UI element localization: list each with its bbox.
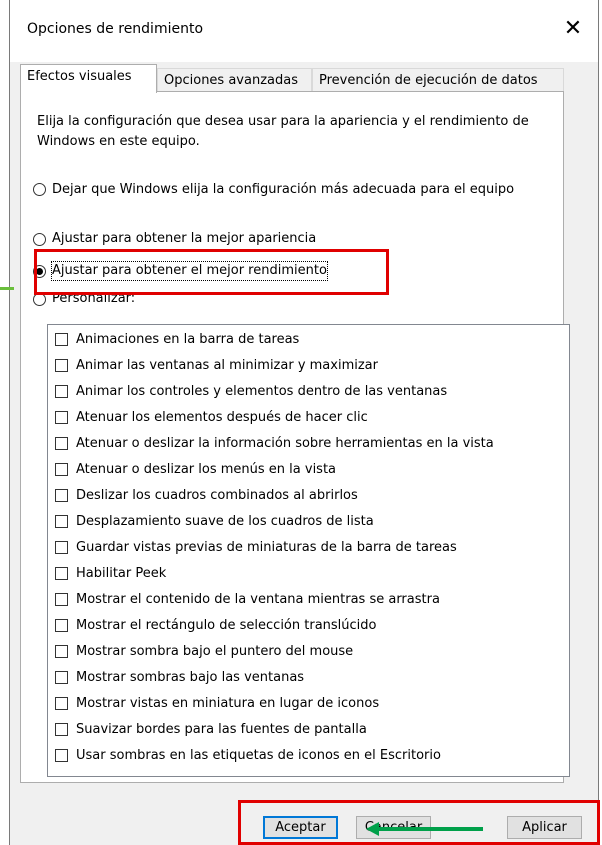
checkbox[interactable] xyxy=(55,437,68,450)
checkbox-label: Animar las ventanas al minimizar y maxim… xyxy=(76,358,378,373)
checkbox-label: Habilitar Peek xyxy=(76,566,167,581)
checkbox-label: Guardar vistas previas de miniaturas de … xyxy=(76,540,457,555)
radio-circle[interactable] xyxy=(33,183,46,196)
checkbox[interactable] xyxy=(55,489,68,502)
checkbox[interactable] xyxy=(55,333,68,346)
checkbox[interactable] xyxy=(55,671,68,684)
checkbox[interactable] xyxy=(55,567,68,580)
checkbox[interactable] xyxy=(55,593,68,606)
checkbox[interactable] xyxy=(55,463,68,476)
green-arrow-left-icon xyxy=(366,822,484,836)
checkbox-label: Animaciones en la barra de tareas xyxy=(76,332,300,347)
checkbox-label: Mostrar sombras bajo las ventanas xyxy=(76,670,305,685)
checkbox-label: Mostrar el rectángulo de selección trans… xyxy=(76,618,377,633)
highlight-box-best-performance xyxy=(34,249,389,295)
performance-options-window: Opciones de rendimiento ✕ Efectos visual… xyxy=(9,0,599,845)
visual-effects-checkbox-list[interactable]: Animaciones en la barra de tareas Animar… xyxy=(47,324,570,777)
title-bar: Opciones de rendimiento ✕ xyxy=(10,0,598,62)
checkbox-label: Mostrar sombra bajo el puntero del mouse xyxy=(76,644,354,659)
arrow-shaft xyxy=(378,827,483,831)
checkbox-label: Atenuar o deslizar la información sobre … xyxy=(76,436,494,451)
checkbox[interactable] xyxy=(55,385,68,398)
checkbox[interactable] xyxy=(55,619,68,632)
checkbox[interactable] xyxy=(55,645,68,658)
window-title: Opciones de rendimiento xyxy=(27,21,204,37)
radio-circle[interactable] xyxy=(33,233,46,246)
checkbox[interactable] xyxy=(55,697,68,710)
checkbox[interactable] xyxy=(55,541,68,554)
checkbox-label: Atenuar los elementos después de hacer c… xyxy=(76,410,368,425)
tab-visual-effects[interactable]: Efectos visuales xyxy=(20,64,157,93)
checkbox-label: Animar los controles y elementos dentro … xyxy=(76,384,448,399)
checkbox-label: Suavizar bordes para las fuentes de pant… xyxy=(76,722,367,737)
description-text: Elija la configuración que desea usar pa… xyxy=(37,114,529,149)
checkbox[interactable] xyxy=(55,749,68,762)
checkbox-label: Usar sombras en las etiquetas de iconos … xyxy=(76,748,441,763)
checkbox-label: Deslizar los cuadros combinados al abrir… xyxy=(76,488,358,503)
checkbox[interactable] xyxy=(55,359,68,372)
checkbox-label: Mostrar el contenido de la ventana mient… xyxy=(76,592,440,607)
checkbox-label: Atenuar o deslizar los menús en la vista xyxy=(76,462,337,477)
tab-data-execution-prevention[interactable]: Prevención de ejecución de datos xyxy=(312,68,564,91)
checkbox[interactable] xyxy=(55,515,68,528)
checkbox-label: Mostrar vistas en miniatura en lugar de … xyxy=(76,696,380,711)
checkbox-label: Desplazamiento suave de los cuadros de l… xyxy=(76,514,374,529)
green-arrow-icon xyxy=(0,285,16,292)
checkbox[interactable] xyxy=(55,411,68,424)
radio-label: Dejar que Windows elija la configuración… xyxy=(52,182,515,197)
checkbox[interactable] xyxy=(55,723,68,736)
tab-advanced-options[interactable]: Opciones avanzadas xyxy=(157,68,312,91)
radio-label: Ajustar para obtener la mejor apariencia xyxy=(52,231,317,246)
visual-effects-panel: Elija la configuración que desea usar pa… xyxy=(20,91,570,783)
close-icon[interactable]: ✕ xyxy=(558,14,588,44)
